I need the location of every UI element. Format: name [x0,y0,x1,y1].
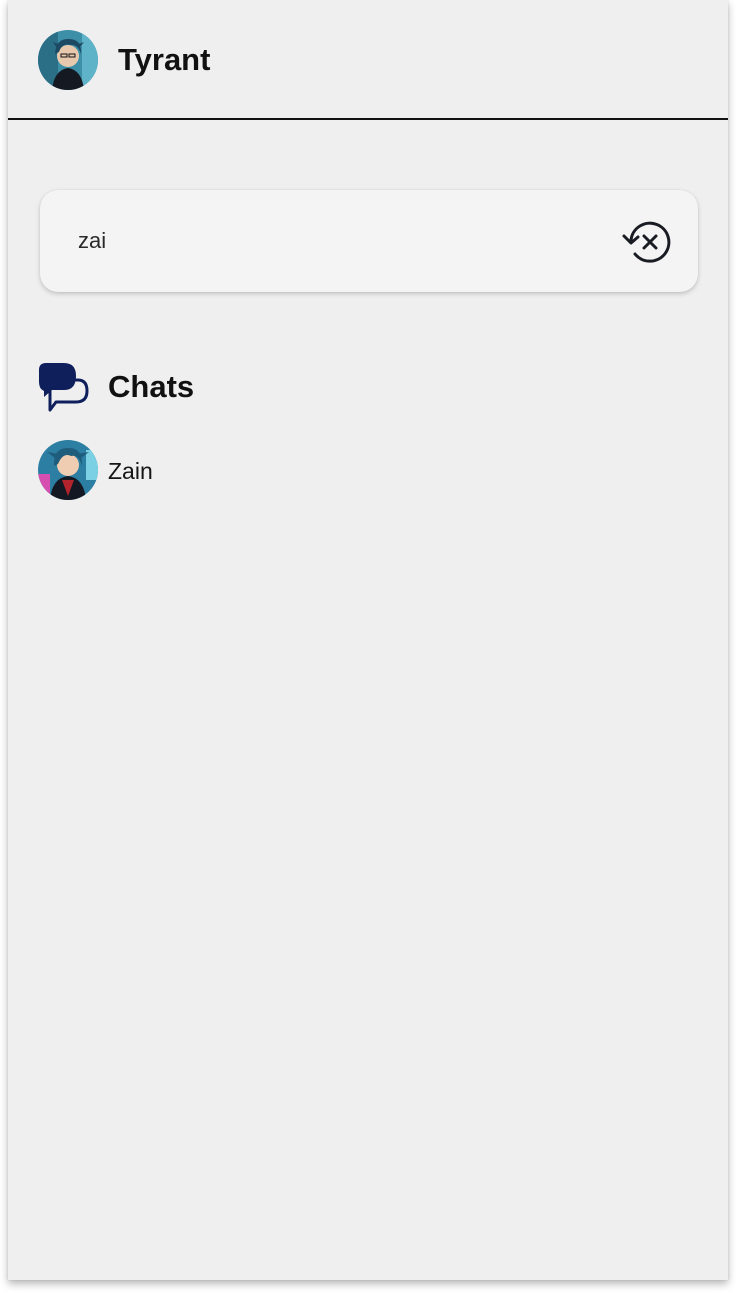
clear-history-icon [622,221,671,263]
search-bar [40,190,698,292]
chat-name: Zain [108,458,153,484]
search-input[interactable] [78,220,578,262]
chat-bubbles-icon [38,362,90,412]
contact-avatar [38,440,98,500]
chats-section-header: Chats [38,362,438,412]
app-screen: Tyrant Chats [8,0,728,1280]
user-avatar[interactable] [38,30,98,90]
page-title: Tyrant [118,42,211,77]
app-header: Tyrant [8,0,728,120]
clear-search-button[interactable] [620,220,672,268]
chats-section-title: Chats [108,369,195,404]
chat-list-item[interactable]: Zain [38,440,698,500]
